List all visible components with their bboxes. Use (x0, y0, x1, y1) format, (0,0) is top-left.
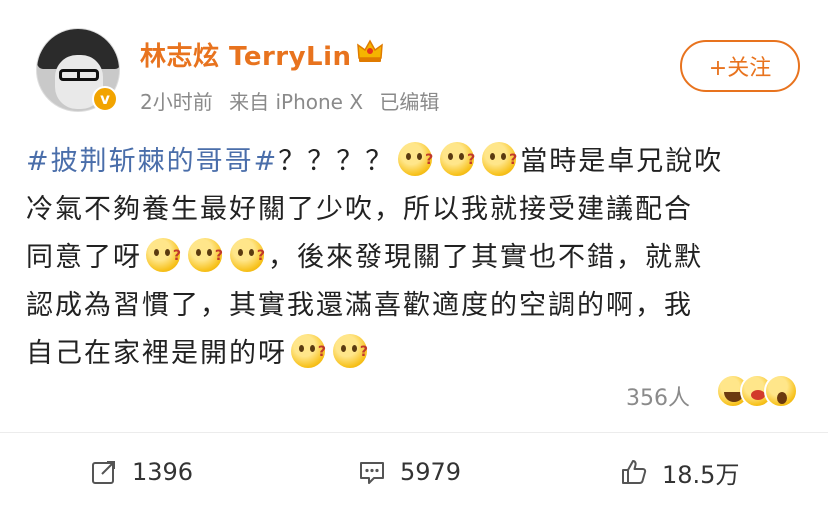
post-content: #披荆斩棘的哥哥#？？？？ 當時是卓兄說吹 冷氣不夠養生最好關了少吹，所以我就接受… (26, 136, 806, 378)
content-text: 自己在家裡是開的呀 (26, 338, 287, 369)
thinking-emoji-icon (291, 328, 328, 376)
content-text: ，後來發現關了其實也不錯，就默 (268, 242, 703, 273)
thinking-emoji-icon (440, 136, 477, 184)
reaction-icons[interactable] (716, 374, 800, 410)
divider (0, 432, 828, 433)
edited-label[interactable]: 已编辑 (379, 90, 439, 114)
comment-button[interactable]: 5979 (358, 452, 461, 492)
verified-badge-icon: v (92, 86, 118, 112)
content-line: 認成為習慣了，其實我還滿喜歡適度的空調的啊，我 (26, 290, 693, 321)
repost-icon (92, 461, 115, 484)
crown-icon (357, 39, 383, 62)
follow-button[interactable]: +关注 (680, 40, 800, 92)
comment-icon (360, 462, 384, 484)
content-line: 同意了呀 ，後來發現關了其實也不錯，就默 (26, 232, 806, 282)
thinking-emoji-icon (230, 232, 267, 280)
post-source[interactable]: 来自 iPhone X (229, 90, 363, 114)
thinking-emoji-icon (333, 328, 370, 376)
thinking-emoji-icon (398, 136, 435, 184)
content-line: 冷氣不夠養生最好關了少吹，所以我就接受建議配合 (26, 194, 693, 225)
thinking-emoji-icon (482, 136, 519, 184)
reaction-count[interactable]: 356人 (626, 380, 690, 412)
content-text: ？？？？ (278, 146, 395, 177)
surprised-reaction-icon (764, 374, 798, 408)
avatar-glasses (59, 69, 99, 81)
repost-button[interactable]: 1396 (90, 452, 193, 492)
like-button[interactable]: 18.5万 (620, 452, 739, 492)
post-time: 2小时前 (140, 90, 213, 114)
like-count: 18.5万 (662, 460, 740, 489)
thinking-emoji-icon (146, 232, 183, 280)
repost-count: 1396 (132, 458, 194, 486)
thinking-emoji-icon (188, 232, 225, 280)
hashtag-link[interactable]: #披荆斩棘的哥哥# (26, 146, 278, 177)
post-meta: 2小时前 来自 iPhone X 已编辑 (140, 86, 449, 115)
content-text: 當時是卓兄說吹 (520, 146, 724, 177)
content-text: 同意了呀 (26, 242, 142, 273)
username[interactable]: 林志炫 TerryLin (140, 36, 352, 73)
thumbs-up-icon (622, 460, 647, 484)
content-line: 自己在家裡是開的呀 (26, 328, 806, 378)
comment-count: 5979 (400, 458, 462, 486)
content-line: #披荆斩棘的哥哥#？？？？ 當時是卓兄說吹 (26, 136, 806, 186)
weibo-post: v 林志炫 TerryLin 2小时前 来自 iPhone X 已编辑 +关注 … (0, 0, 828, 507)
